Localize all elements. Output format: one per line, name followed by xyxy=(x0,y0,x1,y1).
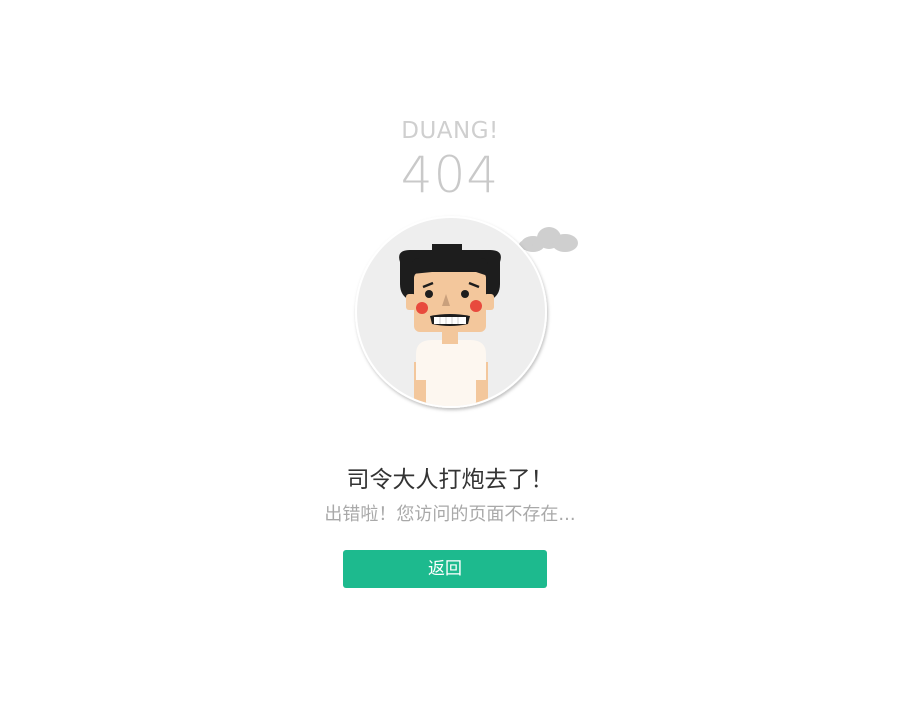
cloud-icon xyxy=(519,227,578,252)
cartoon-man-illustration xyxy=(355,216,578,408)
error-illustration xyxy=(350,214,590,414)
error-message: 出错啦！您访问的页面不存在... xyxy=(324,504,576,525)
error-code: 404 xyxy=(400,146,500,204)
error-404-page: DUANG! 404 司令大人打炮去了！ 出错啦！您访问的页面不存在... 返回 xyxy=(0,0,900,711)
error-eyebrow: DUANG! xyxy=(401,118,499,144)
back-button[interactable]: 返回 xyxy=(343,550,547,588)
error-headline: 司令大人打炮去了！ xyxy=(346,467,554,493)
